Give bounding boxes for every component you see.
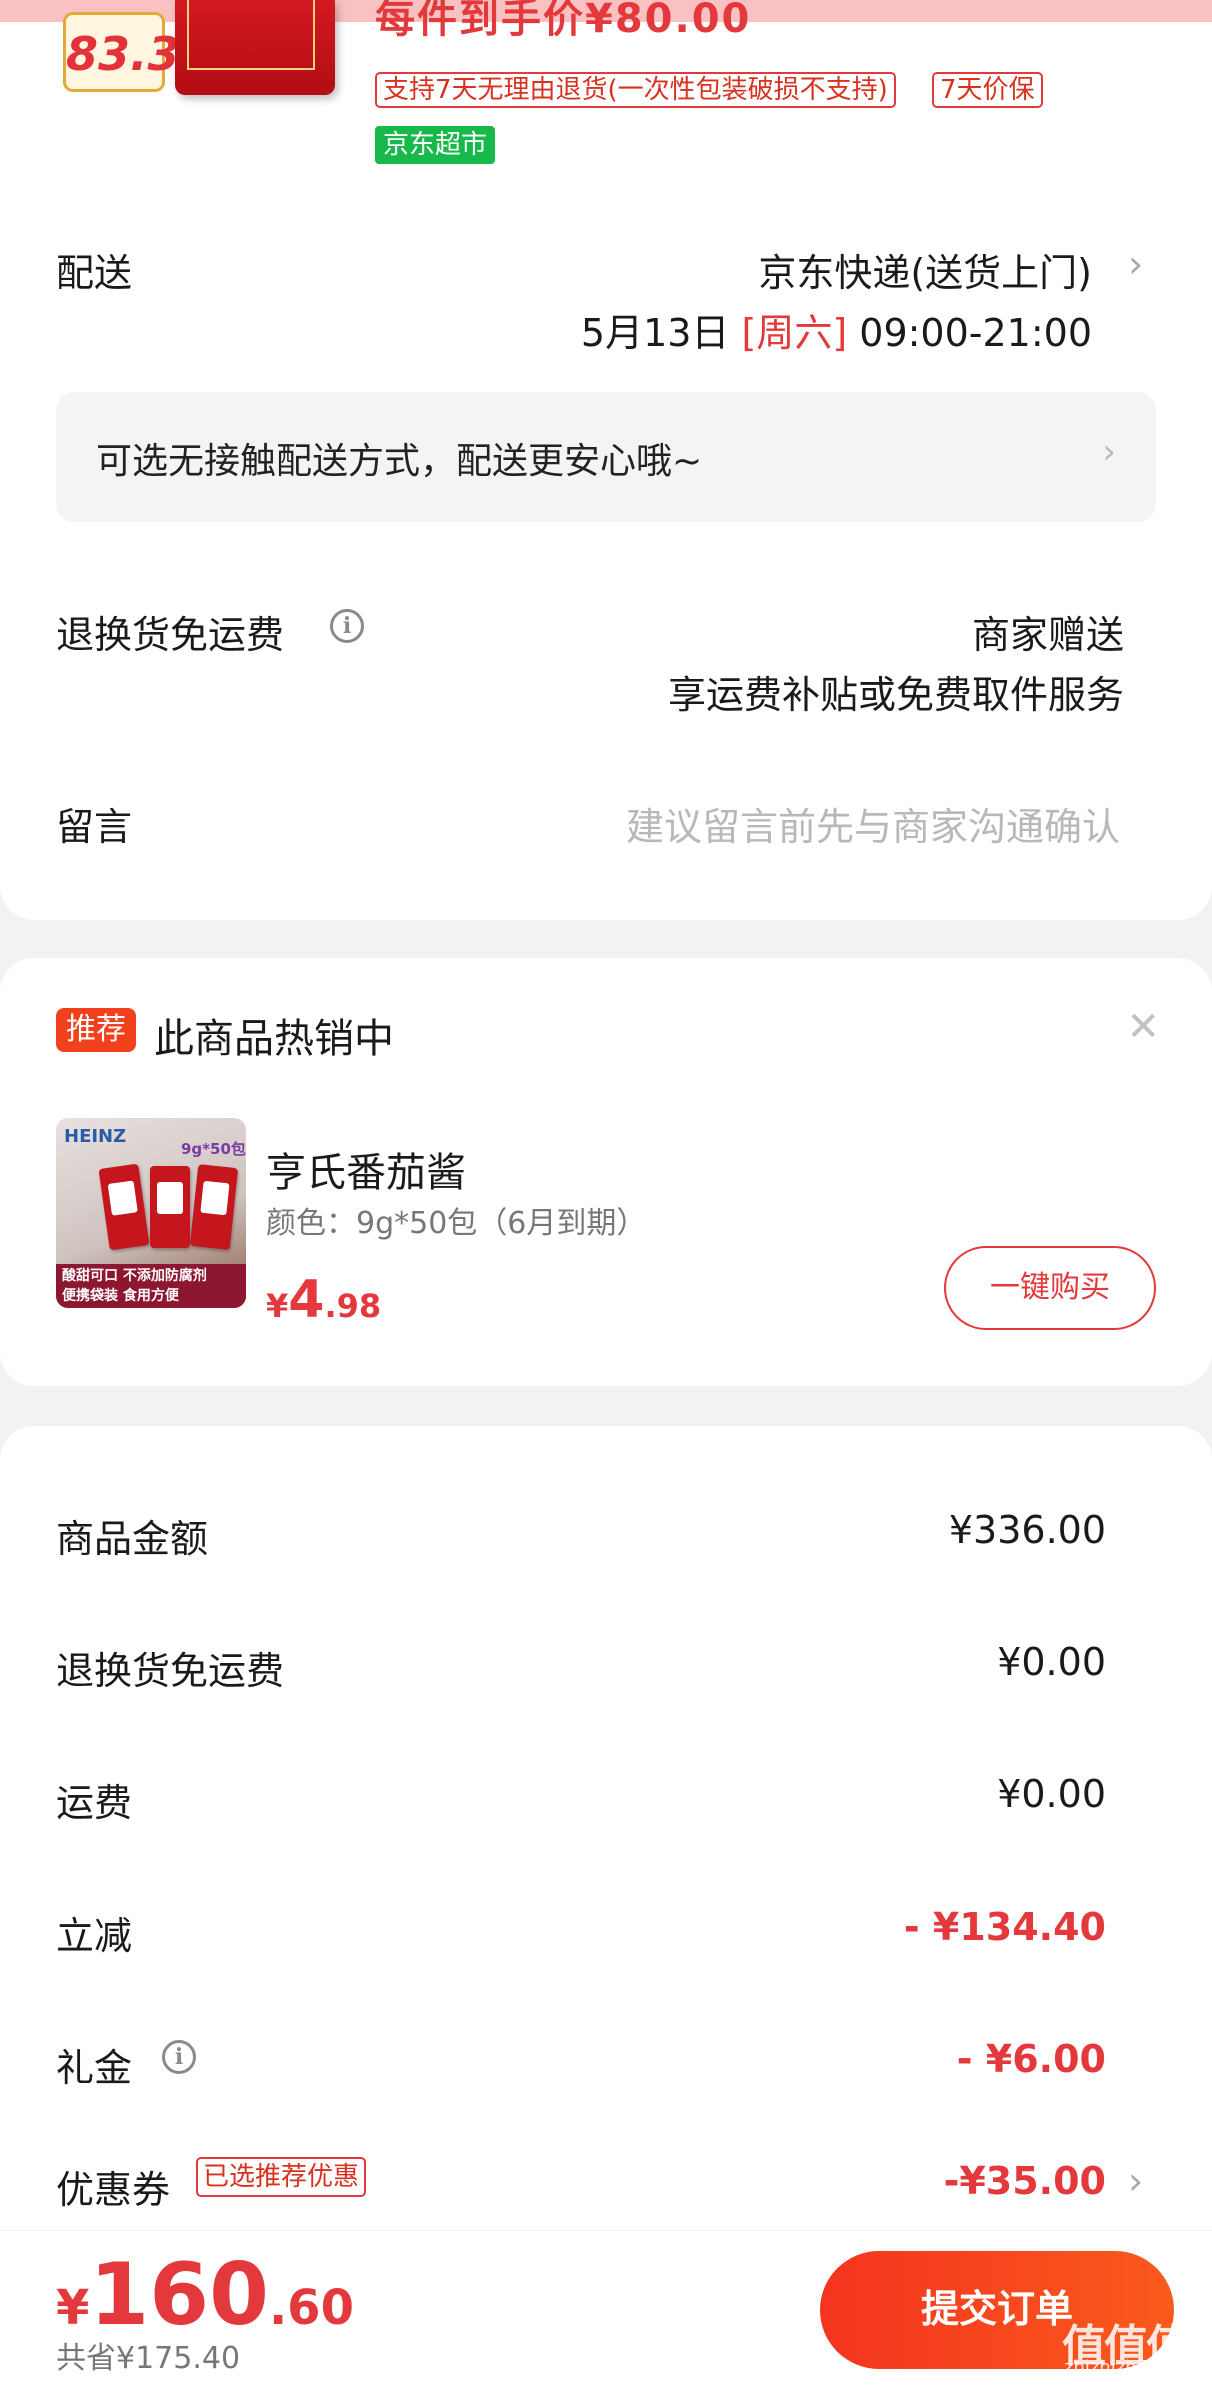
freight-value: ¥0.00: [997, 1772, 1106, 1816]
delivery-chevron-icon[interactable]: ›: [1128, 242, 1143, 286]
price-currency: ¥: [266, 1287, 289, 1325]
total-price: ¥160.60: [56, 2245, 354, 2345]
unit-price-line: 每件到手价¥80.00: [375, 0, 752, 42]
watermark-url: zhizhizhi.com: [1064, 2357, 1186, 2378]
image-band-line1: 酸甜可口 不添加防腐剂: [62, 1268, 207, 1284]
recommended-product-spec: 颜色：9g*50包（6月到期）: [266, 1206, 647, 1241]
total-integer: 160: [89, 2245, 269, 2345]
contactless-text: 可选无接触配送方式，配送更安心哦~: [96, 441, 703, 482]
return-freight-label: 退换货免运费: [56, 613, 285, 657]
recommendation-card: 推荐 此商品热销中 ✕ HEINZ 9g*50包 酸甜可口 不添加防腐剂 便携袋…: [0, 958, 1212, 1386]
recommend-badge: 推荐: [56, 1008, 136, 1052]
one-click-buy-button[interactable]: 一键购买: [944, 1246, 1156, 1330]
total-saved: 共省¥175.40: [56, 2341, 241, 2376]
price-badge: 83.3: [63, 12, 180, 92]
coupon-value[interactable]: -¥35.00: [944, 2159, 1106, 2203]
price-integer: 4: [288, 1270, 325, 1330]
image-band-line2: 便携袋装 食用方便: [62, 1288, 179, 1304]
coupon-label: 优惠券: [56, 2168, 171, 2212]
delivery-label: 配送: [56, 251, 133, 295]
delivery-date: 5月13日: [580, 311, 730, 355]
info-icon[interactable]: i: [330, 609, 364, 643]
image-band: 酸甜可口 不添加防腐剂 便携袋装 食用方便: [56, 1264, 246, 1308]
close-icon[interactable]: ✕: [1126, 1004, 1160, 1050]
instant-discount-value: - ¥134.40: [903, 1905, 1106, 1949]
gift-info-icon[interactable]: i: [162, 2040, 196, 2074]
badge-price: 83.3: [66, 27, 180, 81]
image-pack: 9g*50包: [181, 1140, 246, 1158]
message-input[interactable]: 建议留言前先与商家沟通确认: [626, 796, 1120, 851]
total-decimal: .60: [268, 2280, 354, 2336]
price-decimal: .98: [324, 1287, 382, 1325]
total-currency: ¥: [56, 2280, 90, 2336]
goods-amount-value: ¥336.00: [948, 1508, 1106, 1552]
price-protect-tag: 7天价保: [932, 72, 1043, 108]
order-info-card: 83.3 每件到手价¥80.00 支持7天无理由退货(一次性包装破损不支持) 7…: [0, 0, 1212, 920]
gift-money-label: 礼金: [56, 2046, 133, 2090]
message-label: 留言: [56, 805, 133, 849]
contactless-delivery-option[interactable]: 可选无接触配送方式，配送更安心哦~ ›: [56, 392, 1156, 522]
recommended-product-price: ¥4.98: [266, 1270, 381, 1330]
contactless-chevron-icon: ›: [1102, 432, 1116, 472]
return-freight-amount-label: 退换货免运费: [56, 1649, 285, 1693]
delivery-weekday: [周六]: [741, 311, 848, 355]
image-brand: HEINZ: [64, 1126, 127, 1147]
coupon-chevron-icon[interactable]: ›: [1128, 2159, 1143, 2203]
product-box-image: [175, 0, 335, 95]
goods-amount-label: 商品金额: [56, 1517, 209, 1561]
delivery-window: 09:00-21:00: [859, 311, 1092, 355]
gift-money-value: - ¥6.00: [956, 2037, 1106, 2081]
delivery-method[interactable]: 京东快递(送货上门): [758, 242, 1092, 297]
checkout-bar: ¥160.60 共省¥175.40 提交订单: [0, 2230, 1212, 2388]
freight-label: 运费: [56, 1781, 133, 1825]
delivery-time[interactable]: 5月13日 [周六] 09:00-21:00: [581, 302, 1092, 357]
instant-discount-label: 立减: [56, 1914, 133, 1958]
recommend-title: 此商品热销中: [154, 1016, 394, 1062]
return-freight-gift: 商家赠送: [971, 613, 1124, 657]
recommended-product-image[interactable]: HEINZ 9g*50包 酸甜可口 不添加防腐剂 便携袋装 食用方便: [56, 1118, 246, 1308]
product-thumbnail[interactable]: 83.3: [60, 0, 335, 100]
return-freight-detail: 享运费补贴或免费取件服务: [667, 673, 1124, 717]
coupon-selected-tag: 已选推荐优惠: [196, 2157, 367, 2197]
return-policy-tag: 支持7天无理由退货(一次性包装破损不支持): [375, 72, 896, 108]
recommended-product-name[interactable]: 亨氏番茄酱: [266, 1140, 466, 1198]
return-freight-amount-value: ¥0.00: [997, 1640, 1106, 1684]
store-tag: 京东超市: [375, 126, 496, 164]
